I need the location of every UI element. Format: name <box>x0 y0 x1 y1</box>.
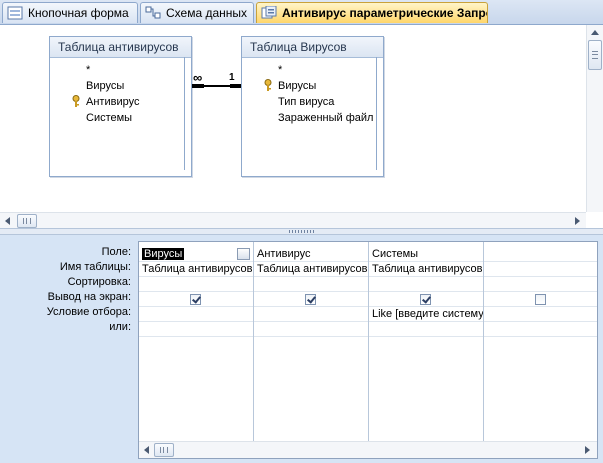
scroll-right-arrow-icon[interactable] <box>585 446 590 454</box>
or-cell[interactable] <box>369 322 483 337</box>
field-list: * Вирусы Тип вируса Зараженный файл <box>250 62 377 126</box>
row-label-sort: Сортировка: <box>67 276 131 288</box>
sort-cell[interactable] <box>484 277 597 292</box>
table-cell[interactable] <box>484 262 597 277</box>
sort-cell[interactable] <box>254 277 368 292</box>
scroll-up-arrow-icon[interactable] <box>591 30 599 35</box>
field-name: Тип вируса <box>278 96 335 108</box>
scroll-right-arrow-icon[interactable] <box>575 217 580 225</box>
criteria-cell[interactable] <box>139 307 253 322</box>
query-design-grid: Вирусы Таблица антивирусов Антивирус Таб… <box>138 241 598 459</box>
tab-label: Кнопочная форма <box>28 6 129 20</box>
primary-key-icon <box>264 79 272 94</box>
row-label-show: Вывод на экран: <box>47 291 131 303</box>
horizontal-scroll-thumb[interactable] <box>17 214 37 228</box>
field-name: Системы <box>86 112 133 124</box>
field-item[interactable]: Вирусы <box>250 78 377 94</box>
table-diagram-pane: Таблица антивирусов * Вирусы Антивирус С… <box>0 25 603 229</box>
diagram-vertical-scrollbar[interactable] <box>586 25 603 212</box>
document-tab-bar: Кнопочная форма Схема данных Антивирус п… <box>0 0 603 25</box>
field-name: Вирусы <box>278 80 317 92</box>
field-name: Антивирус <box>86 96 140 108</box>
grid-column-3[interactable]: Системы Таблица антивирусов Like [введит… <box>369 242 484 442</box>
scroll-left-arrow-icon[interactable] <box>5 217 10 225</box>
or-cell[interactable] <box>484 322 597 337</box>
field-item[interactable]: Зараженный файл <box>250 110 377 126</box>
sort-cell[interactable] <box>139 277 253 292</box>
field-item[interactable]: Вирусы <box>58 78 185 94</box>
field-list: * Вирусы Антивирус Системы <box>58 62 185 126</box>
horizontal-scroll-thumb[interactable] <box>154 443 174 457</box>
tab-antivirus-param-query[interactable]: Антивирус параметрические Запрос <box>256 2 488 23</box>
or-cell[interactable] <box>139 322 253 337</box>
field-cell[interactable]: Системы <box>369 247 483 262</box>
grip-icon <box>592 51 598 59</box>
grid-row-labels: Поле: Имя таблицы: Сортировка: Вывод на … <box>0 245 134 335</box>
field-cell[interactable] <box>484 247 597 262</box>
relationships-icon <box>145 6 161 20</box>
field-name: * <box>86 64 91 76</box>
scroll-left-arrow-icon[interactable] <box>144 446 149 454</box>
show-checkbox[interactable] <box>420 294 431 305</box>
field-item[interactable]: Системы <box>58 110 185 126</box>
many-cardinality-symbol: ∞ <box>193 70 203 85</box>
one-cardinality-symbol: 1 <box>229 72 235 83</box>
table-cell[interactable]: Таблица антивирусов <box>139 262 253 277</box>
relationship-line[interactable] <box>204 85 232 87</box>
table-cell[interactable]: Таблица антивирусов <box>254 262 368 277</box>
field-name: Зараженный файл <box>278 112 374 124</box>
grip-icon <box>160 447 168 453</box>
tab-switchboard-form[interactable]: Кнопочная форма <box>2 2 138 23</box>
pane-splitter[interactable] <box>0 228 603 235</box>
or-cell[interactable] <box>254 322 368 337</box>
grid-column-4[interactable] <box>484 242 597 442</box>
table-box-viruses[interactable]: Таблица Вирусов * Вирусы Тип вируса Зара… <box>241 36 384 177</box>
field-name: * <box>278 64 283 76</box>
tab-label: Антивирус параметрические Запрос <box>282 6 487 20</box>
query-design-grid-pane: Поле: Имя таблицы: Сортировка: Вывод на … <box>0 235 603 463</box>
form-icon <box>7 6 23 20</box>
criteria-cell[interactable] <box>484 307 597 322</box>
primary-key-icon <box>72 95 80 110</box>
row-label-criteria: Условие отбора: <box>46 306 131 318</box>
sort-cell[interactable] <box>369 277 483 292</box>
field-name: Вирусы <box>86 80 125 92</box>
table-box-title[interactable]: Таблица Вирусов <box>242 37 383 58</box>
row-label-field: Поле: <box>101 246 131 258</box>
criteria-cell[interactable]: Like [введите систему] <box>369 307 483 322</box>
field-cell[interactable]: Вирусы <box>139 247 253 262</box>
vertical-scroll-thumb[interactable] <box>588 40 602 70</box>
grid-column-2[interactable]: Антивирус Таблица антивирусов <box>254 242 369 442</box>
dropdown-button[interactable] <box>237 248 250 260</box>
row-label-or: или: <box>109 321 131 333</box>
show-checkbox[interactable] <box>190 294 201 305</box>
show-checkbox[interactable] <box>305 294 316 305</box>
row-label-table: Имя таблицы: <box>59 261 131 273</box>
show-checkbox[interactable] <box>535 294 546 305</box>
field-item[interactable]: Антивирус <box>58 94 185 110</box>
field-cell[interactable]: Антивирус <box>254 247 368 262</box>
field-item[interactable]: * <box>250 62 377 78</box>
grid-horizontal-scrollbar[interactable] <box>139 441 597 458</box>
table-box-antiviruses[interactable]: Таблица антивирусов * Вирусы Антивирус С… <box>49 36 192 177</box>
grip-icon <box>23 218 31 224</box>
field-value-selected: Вирусы <box>142 248 185 260</box>
table-cell[interactable]: Таблица антивирусов <box>369 262 483 277</box>
field-item[interactable]: Тип вируса <box>250 94 377 110</box>
grid-column-1[interactable]: Вирусы Таблица антивирусов <box>139 242 254 442</box>
diagram-horizontal-scrollbar[interactable] <box>0 212 586 229</box>
query-icon <box>261 5 277 20</box>
table-box-title[interactable]: Таблица антивирусов <box>50 37 191 58</box>
relationship-line-end-one <box>230 84 241 88</box>
criteria-cell[interactable] <box>254 307 368 322</box>
field-item[interactable]: * <box>58 62 185 78</box>
tab-relationships[interactable]: Схема данных <box>140 2 254 23</box>
splitter-grip-icon <box>288 230 315 233</box>
tab-label: Схема данных <box>166 6 248 20</box>
